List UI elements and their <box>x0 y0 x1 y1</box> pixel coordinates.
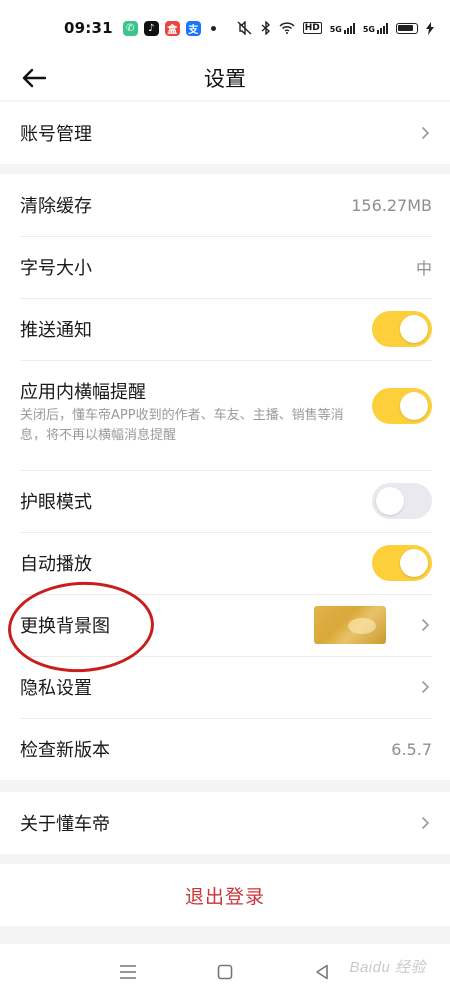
watermark: Baidu 经验 <box>349 959 426 976</box>
chevron-right-icon <box>418 618 432 632</box>
autoplay-row: 自动播放 <box>0 532 450 594</box>
push-notification-row: 推送通知 <box>0 298 450 360</box>
chevron-right-icon <box>418 816 432 830</box>
back-button[interactable] <box>16 60 52 96</box>
settings-group: 清除缓存 156.27MB 字号大小 中 推送通知 应用内横幅提醒 关闭后，懂车… <box>0 174 450 780</box>
background-thumbnail <box>314 606 386 644</box>
privacy-settings-label: 隐私设置 <box>20 678 92 699</box>
chevron-right-icon <box>418 680 432 694</box>
font-size-label: 字号大小 <box>20 258 92 279</box>
push-notification-toggle[interactable] <box>372 311 432 347</box>
change-background-label: 更换背景图 <box>20 616 110 637</box>
chevron-right-icon <box>418 126 432 140</box>
alipay-app-icon: 支 <box>185 20 201 36</box>
shopping-app-icon: 盒 <box>164 20 180 36</box>
charging-icon <box>426 21 434 35</box>
in-app-banner-row: 应用内横幅提醒 关闭后，懂车帝APP收到的作者、车友、主播、销售等消息，将不再以… <box>0 360 450 470</box>
in-app-banner-label: 应用内横幅提醒 <box>20 382 146 403</box>
wifi-icon <box>279 22 295 34</box>
account-management-label: 账号管理 <box>20 124 92 145</box>
clear-cache-label: 清除缓存 <box>20 196 92 217</box>
check-version-label: 检查新版本 <box>20 740 110 761</box>
font-size-row[interactable]: 字号大小 中 <box>0 236 450 298</box>
menu-icon[interactable] <box>116 960 140 984</box>
page-title: 设置 <box>204 67 246 91</box>
eye-care-row: 护眼模式 <box>0 470 450 532</box>
status-indicators: HD 5G 5G <box>237 21 434 35</box>
phone-app-icon: ✆ <box>122 20 138 36</box>
version-value: 6.5.7 <box>391 739 432 759</box>
account-management-row[interactable]: 账号管理 <box>0 102 450 164</box>
push-notification-label: 推送通知 <box>20 320 92 341</box>
signal-2: 5G <box>363 22 388 34</box>
signal-bars-icon <box>343 22 355 34</box>
privacy-settings-row[interactable]: 隐私设置 <box>0 656 450 718</box>
signal-bars-icon <box>377 22 388 34</box>
signal-1: 5G <box>330 22 355 34</box>
in-app-banner-description: 关闭后，懂车帝APP收到的作者、车友、主播、销售等消息，将不再以横幅消息提醒 <box>20 408 344 443</box>
eye-care-toggle[interactable] <box>372 483 432 519</box>
in-app-banner-toggle[interactable] <box>372 388 432 424</box>
back-triangle-icon[interactable] <box>310 960 334 984</box>
about-row[interactable]: 关于懂车帝 <box>0 792 450 854</box>
about-label: 关于懂车帝 <box>20 814 110 835</box>
tiktok-app-icon: ♪ <box>143 20 159 36</box>
change-background-row[interactable]: 更换背景图 <box>0 594 450 656</box>
nav-bar: 设置 <box>0 56 450 100</box>
hd-badge: HD <box>302 22 322 34</box>
status-bar: 09:31 ✆ ♪ 盒 支 HD 5G 5G <box>0 0 450 56</box>
autoplay-toggle[interactable] <box>372 545 432 581</box>
home-icon[interactable] <box>213 960 237 984</box>
status-time: 09:31 <box>64 19 113 37</box>
bluetooth-icon <box>261 21 270 35</box>
mute-vibrate-icon <box>237 21 252 35</box>
clear-cache-row[interactable]: 清除缓存 156.27MB <box>0 174 450 236</box>
check-version-row[interactable]: 检查新版本 6.5.7 <box>0 718 450 780</box>
back-arrow-icon <box>22 68 47 88</box>
autoplay-label: 自动播放 <box>20 554 92 575</box>
about-group: 关于懂车帝 <box>0 792 450 854</box>
account-group: 账号管理 <box>0 102 450 164</box>
battery-icon <box>396 22 418 34</box>
font-size-value: 中 <box>415 259 432 278</box>
logout-button[interactable]: 退出登录 <box>0 864 450 926</box>
cache-size-value: 156.27MB <box>351 195 432 215</box>
notification-dot-icon <box>210 25 216 31</box>
logout-label: 退出登录 <box>184 885 265 908</box>
eye-care-label: 护眼模式 <box>20 492 92 513</box>
